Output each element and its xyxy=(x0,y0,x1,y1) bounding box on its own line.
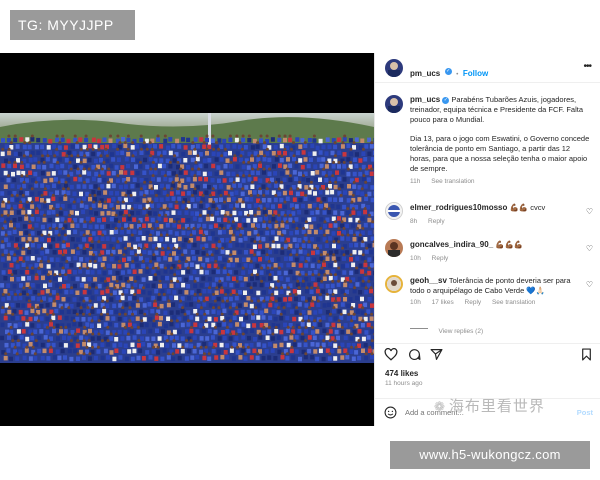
follow-button[interactable]: Follow xyxy=(463,69,488,78)
caption-avatar[interactable] xyxy=(385,95,403,113)
view-replies-label: View replies (2) xyxy=(438,328,484,335)
verified-badge-icon: ✓ xyxy=(442,96,450,104)
comment-time: 10h xyxy=(410,299,421,306)
watermark-cn: ❁ 海布里看世界 xyxy=(434,395,545,416)
paw-icon: ❁ xyxy=(434,399,446,414)
bookmark-icon[interactable] xyxy=(581,348,592,366)
heart-icon[interactable] xyxy=(384,347,398,366)
header-username[interactable]: pm_ucs xyxy=(410,69,440,78)
comment: elmer_rodrigues10mosso 💪🏾💪🏾 cvcv 8h Repl… xyxy=(375,201,600,231)
watermark-cn-text: 海布里看世界 xyxy=(448,398,545,415)
watermark-top: TG: MYYJJPP xyxy=(10,10,135,40)
comment: goncalves_indira_90_ 💪🏾💪🏾💪🏾 10h Reply ♡ xyxy=(375,238,600,268)
comment-avatar[interactable] xyxy=(385,239,403,257)
comment-time: 8h xyxy=(410,218,418,225)
post-sidebar: pm_ucs ✓ • Follow ••• pm_ucs ✓ Parabéns … xyxy=(374,53,600,426)
comment-like-heart-icon[interactable]: ♡ xyxy=(586,207,593,216)
reply-button[interactable]: Reply xyxy=(465,299,482,306)
comment-username[interactable]: goncalves_indira_90_ xyxy=(410,240,493,249)
replies-divider xyxy=(410,328,428,330)
comment-avatar[interactable] xyxy=(385,202,403,220)
view-replies-button[interactable]: View replies (2) xyxy=(410,320,483,338)
watermark-bottom: www.h5-wukongcz.com xyxy=(390,441,590,469)
instagram-post: pm_ucs ✓ • Follow ••• pm_ucs ✓ Parabéns … xyxy=(0,53,600,426)
verified-badge-icon: ✓ xyxy=(444,68,452,76)
likes-count[interactable]: 474 likes xyxy=(385,369,418,378)
reply-button[interactable]: Reply xyxy=(428,218,445,225)
see-translation-link[interactable]: See translation xyxy=(431,178,474,185)
comment-time: 10h xyxy=(410,255,421,262)
crowd-photo xyxy=(0,113,374,363)
send-icon[interactable] xyxy=(430,348,443,366)
caption-time: 11h xyxy=(410,178,421,185)
comment-like-heart-icon[interactable]: ♡ xyxy=(586,244,593,253)
action-bar xyxy=(375,343,600,364)
caption-username[interactable]: pm_ucs xyxy=(410,95,440,104)
reply-button[interactable]: Reply xyxy=(432,255,449,262)
caption: pm_ucs ✓ Parabéns Tubarões Azuis, jogado… xyxy=(410,95,593,187)
caption-paragraph-2: Dia 13, para o jogo com Eswatini, o Gove… xyxy=(410,134,590,173)
posted-ago: 11 hours ago xyxy=(385,380,423,387)
comment-likes[interactable]: 17 likes xyxy=(432,299,454,306)
comment-text: 💪🏾💪🏾💪🏾 xyxy=(495,240,524,249)
post-image xyxy=(0,53,374,426)
more-horizontal-icon[interactable]: ••• xyxy=(583,61,591,72)
emoji-icon[interactable] xyxy=(384,406,397,424)
comment-username[interactable]: elmer_rodrigues10mosso xyxy=(410,203,507,212)
comment-avatar[interactable] xyxy=(385,275,403,293)
header-separator: • xyxy=(456,71,459,78)
comment-like-heart-icon[interactable]: ♡ xyxy=(586,280,593,289)
comment-username[interactable]: geoh__sv xyxy=(410,276,447,285)
see-translation-link[interactable]: See translation xyxy=(492,299,535,306)
post-comment-button[interactable]: Post xyxy=(577,408,593,417)
comment: geoh__sv Tolerância de ponto deveria ser… xyxy=(375,274,600,314)
post-header: pm_ucs ✓ • Follow ••• xyxy=(375,53,600,83)
comment-icon[interactable] xyxy=(408,348,421,366)
comment-text: 💪🏾💪🏾 cvcv xyxy=(509,203,546,212)
avatar[interactable] xyxy=(385,59,403,77)
